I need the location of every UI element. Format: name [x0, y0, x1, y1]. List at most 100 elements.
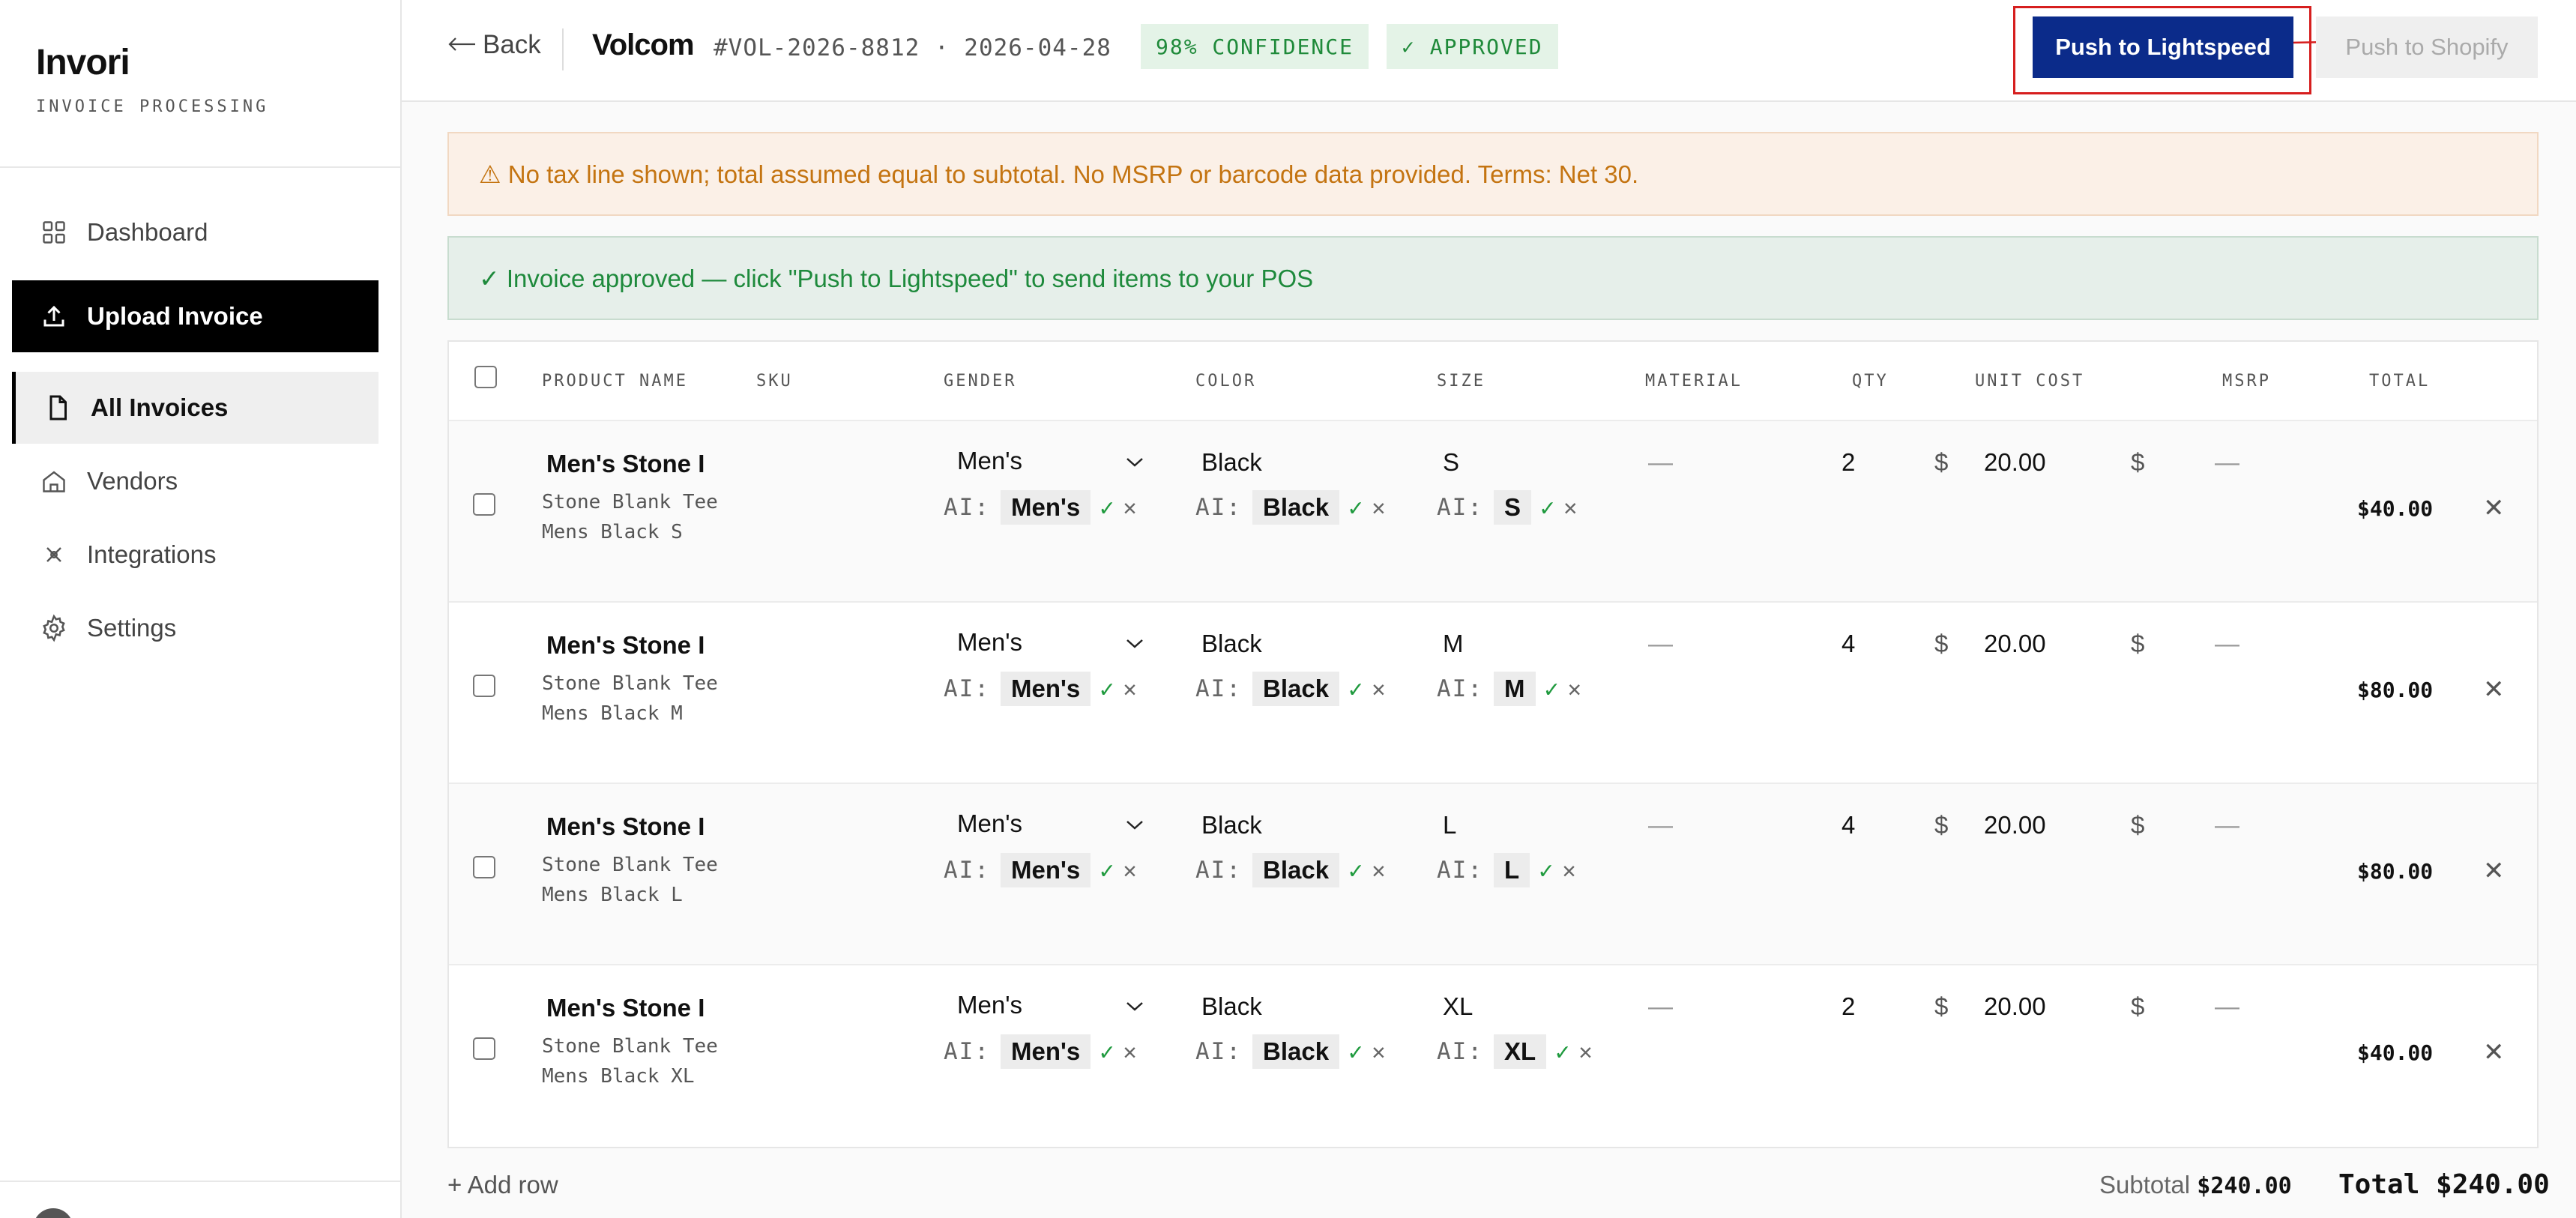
product-name-field[interactable]: Men's Stone I: [546, 812, 705, 841]
add-row-button[interactable]: + Add row: [447, 1171, 558, 1199]
row-checkbox[interactable]: [473, 493, 495, 516]
reject-x-icon[interactable]: ✕: [1123, 857, 1136, 884]
sidebar-item-vendors[interactable]: Vendors: [12, 445, 378, 517]
select-all-checkbox[interactable]: [474, 366, 497, 388]
accept-check-icon[interactable]: ✓: [1545, 675, 1559, 703]
accept-check-icon[interactable]: ✓: [1348, 1037, 1363, 1066]
msrp-field[interactable]: —: [2215, 448, 2239, 477]
sidebar-item-integrations[interactable]: Integrations: [12, 519, 378, 591]
remove-row-icon[interactable]: ✕: [2483, 675, 2505, 705]
material-field[interactable]: —: [1648, 448, 1673, 477]
gender-select[interactable]: Men's: [957, 810, 1152, 838]
accept-check-icon[interactable]: ✓: [1100, 856, 1114, 884]
subtotal-label: Subtotal: [2099, 1171, 2191, 1199]
color-field[interactable]: Black: [1201, 992, 1262, 1021]
remove-row-icon[interactable]: ✕: [2483, 1037, 2505, 1067]
accept-check-icon[interactable]: ✓: [1348, 856, 1363, 884]
color-field[interactable]: Black: [1201, 811, 1262, 839]
column-header: SIZE: [1437, 372, 1485, 391]
column-header: GENDER: [944, 372, 1017, 391]
reject-x-icon[interactable]: ✕: [1372, 857, 1385, 884]
gender-select[interactable]: Men's: [957, 447, 1152, 475]
sidebar-item-all-invoices[interactable]: All Invoices: [12, 372, 378, 444]
gender-value: Men's: [957, 810, 1022, 837]
currency-symbol: $: [1934, 811, 1949, 839]
ai-color-suggestion: AI: Black ✓ ✕: [1195, 672, 1385, 706]
unit-cost-field[interactable]: 20.00: [1984, 992, 2046, 1021]
back-link[interactable]: Back: [447, 30, 541, 60]
remove-row-icon[interactable]: ✕: [2483, 856, 2505, 886]
gender-select[interactable]: Men's: [957, 991, 1152, 1019]
reject-x-icon[interactable]: ✕: [1372, 1039, 1385, 1065]
accept-check-icon[interactable]: ✓: [1539, 856, 1553, 884]
gear-icon: [39, 613, 69, 643]
reject-x-icon[interactable]: ✕: [1123, 1039, 1136, 1065]
product-name-field[interactable]: Men's Stone I: [546, 994, 705, 1022]
ai-label: AI:: [944, 857, 990, 884]
reject-x-icon[interactable]: ✕: [1578, 1039, 1592, 1065]
color-field[interactable]: Black: [1201, 448, 1262, 477]
material-field[interactable]: —: [1648, 630, 1673, 658]
row-checkbox[interactable]: [473, 1037, 495, 1060]
gender-select[interactable]: Men's: [957, 628, 1152, 657]
push-to-lightspeed-button[interactable]: Push to Lightspeed: [2033, 16, 2293, 78]
size-field[interactable]: M: [1443, 630, 1464, 658]
qty-field[interactable]: 4: [1841, 811, 1855, 839]
ai-size-suggestion: AI: L ✓ ✕: [1437, 853, 1576, 887]
accept-check-icon[interactable]: ✓: [1348, 675, 1363, 703]
qty-field[interactable]: 2: [1841, 992, 1855, 1021]
reject-x-icon[interactable]: ✕: [1372, 495, 1385, 521]
reject-x-icon[interactable]: ✕: [1562, 857, 1575, 884]
push-to-shopify-button[interactable]: Push to Shopify: [2316, 16, 2538, 78]
msrp-field[interactable]: —: [2215, 992, 2239, 1021]
accept-check-icon[interactable]: ✓: [1100, 1037, 1114, 1066]
accept-check-icon[interactable]: ✓: [1555, 1037, 1569, 1066]
product-description: Stone Blank Tee Mens Black M: [542, 672, 718, 725]
unit-cost-field[interactable]: 20.00: [1984, 630, 2046, 658]
ai-value-chip: M: [1494, 672, 1536, 706]
material-field[interactable]: —: [1648, 992, 1673, 1021]
unit-cost-field[interactable]: 20.00: [1984, 448, 2046, 477]
back-label: Back: [483, 30, 541, 59]
accept-check-icon[interactable]: ✓: [1540, 493, 1554, 522]
reject-x-icon[interactable]: ✕: [1123, 495, 1136, 521]
confidence-badge: 98% CONFIDENCE: [1141, 24, 1369, 69]
sidebar-item-dashboard[interactable]: Dashboard: [12, 196, 378, 268]
msrp-field[interactable]: —: [2215, 811, 2239, 839]
qty-field[interactable]: 2: [1841, 448, 1855, 477]
size-field[interactable]: XL: [1443, 992, 1473, 1021]
sidebar-item-upload-invoice[interactable]: Upload Invoice: [12, 280, 378, 352]
unit-cost-field[interactable]: 20.00: [1984, 811, 2046, 839]
ai-label: AI:: [1437, 675, 1483, 702]
sidebar-item-settings[interactable]: Settings: [12, 592, 378, 664]
size-field[interactable]: S: [1443, 448, 1459, 477]
column-header: MATERIAL: [1645, 372, 1743, 391]
avatar[interactable]: [33, 1208, 73, 1218]
reject-x-icon[interactable]: ✕: [1372, 676, 1385, 702]
row-checkbox[interactable]: [473, 856, 495, 878]
accept-check-icon[interactable]: ✓: [1100, 675, 1114, 703]
document-icon: [43, 393, 73, 423]
row-checkbox[interactable]: [473, 675, 495, 697]
material-field[interactable]: —: [1648, 811, 1673, 839]
color-field[interactable]: Black: [1201, 630, 1262, 658]
app-logo: Invori: [36, 43, 130, 82]
subtotal-value: $240.00: [2197, 1173, 2292, 1199]
size-field[interactable]: L: [1443, 811, 1456, 839]
accept-check-icon[interactable]: ✓: [1348, 493, 1363, 522]
reject-x-icon[interactable]: ✕: [1123, 676, 1136, 702]
reject-x-icon[interactable]: ✕: [1568, 676, 1581, 702]
reject-x-icon[interactable]: ✕: [1563, 495, 1577, 521]
currency-symbol: $: [2131, 630, 2145, 657]
product-description: Stone Blank Tee Mens Black XL: [542, 1035, 718, 1088]
product-name-field[interactable]: Men's Stone I: [546, 450, 705, 478]
ai-gender-suggestion: AI: Men's ✓ ✕: [944, 853, 1137, 887]
accept-check-icon[interactable]: ✓: [1100, 493, 1114, 522]
remove-row-icon[interactable]: ✕: [2483, 493, 2505, 523]
grid-icon: [39, 217, 69, 247]
connect-icon: [39, 540, 69, 570]
msrp-field[interactable]: —: [2215, 630, 2239, 658]
sidebar-item-label: Settings: [87, 614, 177, 642]
qty-field[interactable]: 4: [1841, 630, 1855, 658]
product-name-field[interactable]: Men's Stone I: [546, 631, 705, 660]
